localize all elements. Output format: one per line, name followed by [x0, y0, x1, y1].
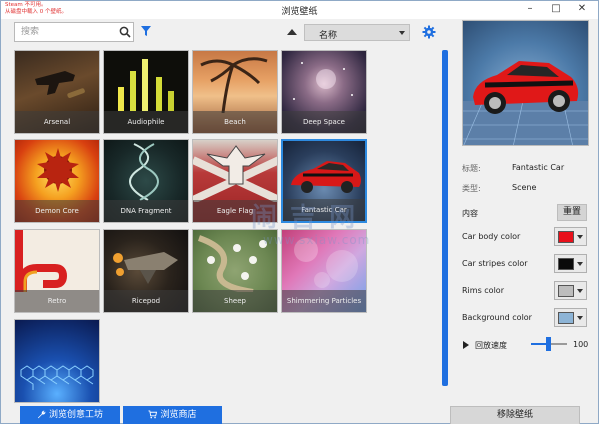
close-button[interactable]: ✕ — [569, 1, 595, 17]
playback-speed-thumb[interactable] — [546, 337, 551, 351]
wrench-icon — [37, 410, 46, 419]
browse-workshop-label: 浏览创意工坊 — [48, 410, 103, 420]
wallpaper-tile-retro[interactable]: Retro — [14, 229, 100, 313]
title-bar: Steam 不可用。 从磁盘中载入 0 个壁纸。 浏览壁纸 – □ ✕ — [1, 1, 598, 19]
wallpaper-tile-title: Shimmering Particles — [282, 290, 366, 312]
wallpaper-tile-beach[interactable]: Beach — [192, 50, 278, 134]
car-stripes-color-picker[interactable] — [554, 254, 587, 273]
chevron-down-icon — [577, 316, 583, 320]
dna-fragment-thumbnail — [129, 143, 159, 201]
wallpaper-tile-arsenal[interactable]: Arsenal — [14, 50, 100, 134]
cart-icon — [148, 410, 158, 419]
play-icon[interactable] — [463, 341, 469, 349]
wallpaper-preview — [462, 20, 589, 146]
car-stripes-color-label: Car stripes color — [462, 259, 528, 268]
car-body-color-picker[interactable] — [554, 227, 587, 246]
playback-speed-label: 回放速度 — [475, 341, 507, 350]
gear-icon[interactable] — [422, 25, 436, 39]
wallpaper-tile-title: Arsenal — [15, 111, 99, 133]
demon-core-thumbnail — [37, 148, 79, 192]
wallpaper-tile-title: Sheep — [193, 290, 277, 312]
sort-select-value: 名称 — [319, 31, 338, 41]
content-label: 内容 — [462, 209, 478, 218]
maximize-button[interactable]: □ — [543, 1, 569, 17]
wallpaper-tile-title: Beach — [193, 111, 277, 133]
browse-workshop-button[interactable]: 浏览创意工坊 — [20, 406, 120, 424]
reset-button[interactable]: 重置 — [557, 204, 587, 221]
wallpaper-browser-window: Steam 不可用。 从磁盘中载入 0 个壁纸。 浏览壁纸 – □ ✕ 名称 — [0, 0, 599, 424]
beach-thumbnail — [200, 57, 268, 114]
color-swatch — [558, 312, 574, 324]
wallpaper-tile-title: Retro — [15, 290, 99, 312]
filter-icon[interactable] — [140, 25, 152, 37]
fantastic-car-preview-image — [463, 61, 588, 145]
rims-color-label: Rims color — [462, 286, 504, 295]
wallpaper-tile-title: DNA Fragment — [104, 200, 188, 222]
hexagon-thumbnail — [20, 365, 94, 390]
chevron-down-icon — [577, 289, 583, 293]
grid-scrollbar[interactable] — [442, 50, 448, 386]
wallpaper-tile-dna-fragment[interactable]: DNA Fragment — [103, 139, 189, 223]
type-value: Scene — [512, 183, 537, 192]
playback-speed-value: 100 — [573, 340, 589, 349]
scrollbar-thumb[interactable] — [442, 50, 448, 386]
chevron-down-icon — [577, 235, 583, 239]
eagle-flag-thumbnail — [193, 145, 277, 204]
type-label: 类型: — [462, 184, 481, 193]
car-body-color-label: Car body color — [462, 232, 521, 241]
sort-select[interactable]: 名称 — [304, 24, 410, 41]
search-input[interactable] — [21, 25, 117, 39]
deep-space-thumbnail — [293, 62, 353, 100]
search-field[interactable] — [14, 22, 134, 42]
wallpaper-tile-audiophile[interactable]: Audiophile — [103, 50, 189, 134]
browse-store-button[interactable]: 浏览商店 — [123, 406, 222, 424]
retro-thumbnail — [15, 230, 68, 292]
wallpaper-tile-title: Demon Core — [15, 200, 99, 222]
arsenal-thumbnail — [35, 71, 85, 98]
watermark: 闹 吉 网 — [251, 203, 358, 233]
rims-color-picker[interactable] — [554, 281, 587, 300]
color-swatch — [558, 285, 574, 297]
title-label: 标题: — [462, 164, 481, 173]
browse-store-label: 浏览商店 — [160, 410, 197, 420]
sort-ascending-icon[interactable] — [286, 27, 298, 37]
search-icon[interactable] — [119, 26, 131, 38]
wallpaper-tile-demon-core[interactable]: Demon Core — [14, 139, 100, 223]
wallpaper-tile-title: Audiophile — [104, 111, 188, 133]
chevron-down-icon — [577, 262, 583, 266]
title-value: Fantastic Car — [512, 163, 565, 172]
wallpaper-tile-title: Ricepod — [104, 290, 188, 312]
watermark-url: www.sxiaw.com — [263, 233, 371, 247]
wallpaper-tile-ricepod[interactable]: Ricepod — [103, 229, 189, 313]
background-color-label: Background color — [462, 313, 532, 322]
window-title: 浏览壁纸 — [281, 7, 318, 17]
minimize-button[interactable]: – — [517, 1, 543, 17]
ricepod-thumbnail — [113, 252, 178, 284]
wallpaper-tile-deep-space[interactable]: Deep Space — [281, 50, 367, 134]
color-swatch — [558, 231, 574, 243]
fantastic-car-thumbnail — [291, 161, 361, 193]
audiophile-thumbnail — [118, 59, 174, 111]
remove-wallpaper-button[interactable]: 移除壁纸 — [450, 406, 580, 424]
wallpaper-tile-title: Deep Space — [282, 111, 366, 133]
chevron-down-icon — [399, 31, 405, 35]
wallpaper-tile-hexagon[interactable] — [14, 319, 100, 403]
color-swatch — [558, 258, 574, 270]
background-color-picker[interactable] — [554, 308, 587, 327]
